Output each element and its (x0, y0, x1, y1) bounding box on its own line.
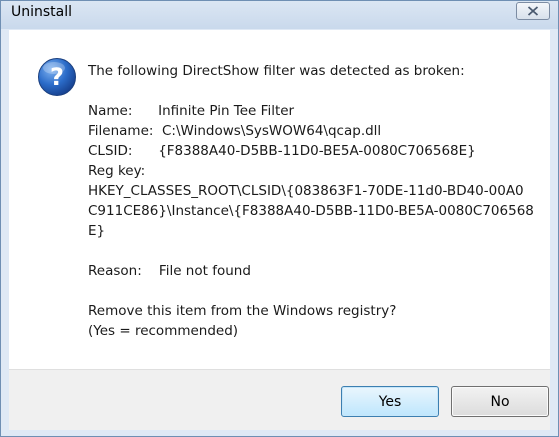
button-bar: Yes No (9, 369, 550, 430)
window-title: Uninstall (11, 4, 73, 20)
filter-filename: Filename: C:\Windows\SysWOW64\qcap.dll (88, 123, 382, 139)
filter-clsid: CLSID: {F8388A40-D5BB-11D0-BE5A-0080C706… (88, 143, 476, 159)
close-icon (527, 6, 539, 16)
regkey-label: Reg key: (88, 163, 146, 179)
message-text: The following DirectShow filter was dete… (88, 61, 538, 341)
yes-button[interactable]: Yes (341, 386, 439, 417)
svg-text:?: ? (50, 63, 64, 91)
question-line-1: Remove this item from the Windows regist… (88, 303, 397, 319)
no-button[interactable]: No (451, 386, 549, 417)
regkey-line-3: E} (88, 223, 106, 239)
dialog-body: ? The following DirectShow filter was de… (9, 30, 550, 369)
regkey-line-1: HKEY_CLASSES_ROOT\CLSID\{083863F1-70DE-1… (88, 183, 524, 199)
filter-name: Name: Infinite Pin Tee Filter (88, 103, 295, 119)
dialog-window: Uninstall ? The following DirectShow fil… (0, 0, 559, 437)
message-heading: The following DirectShow filter was dete… (88, 63, 465, 79)
reason-line: Reason: File not found (88, 263, 251, 279)
close-button[interactable] (516, 2, 550, 20)
question-icon: ? (38, 58, 76, 96)
title-bar[interactable]: Uninstall (1, 1, 558, 29)
question-line-2: (Yes = recommended) (88, 323, 239, 339)
regkey-line-2: C911CE86}\Instance\{F8388A40-D5BB-11D0-B… (88, 203, 534, 219)
